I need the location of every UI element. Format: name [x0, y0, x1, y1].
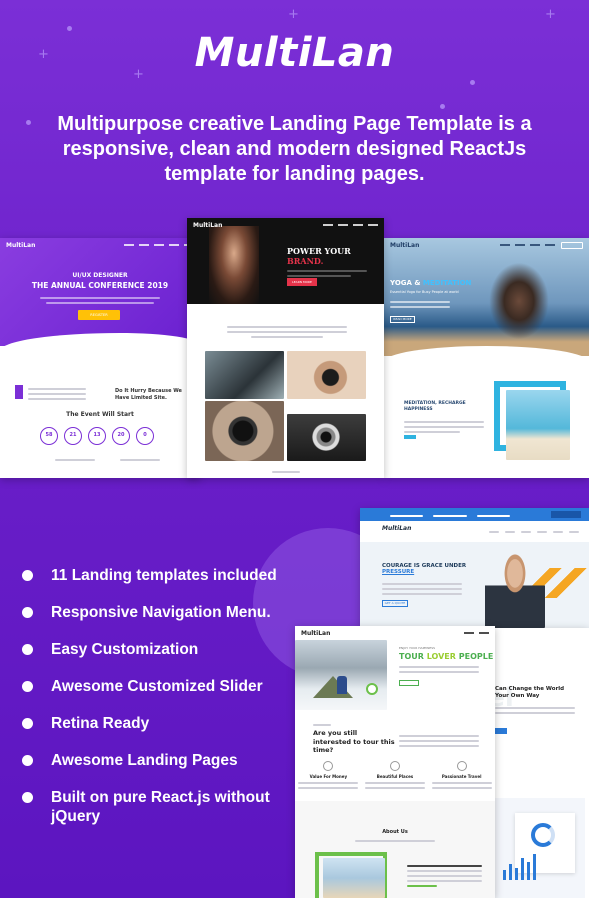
money-icon [323, 761, 334, 771]
preview-photographer: MultiLan POWER YOUR BRAND. LEARN MORE [187, 218, 384, 478]
yoga-title: YOGA & [390, 279, 421, 287]
feature-item: Awesome Landing Pages [22, 751, 322, 770]
countdown-circle: 20 [112, 427, 130, 445]
business-title-accent: PRESSURE [382, 569, 415, 575]
feature-label: Easy Customization [51, 641, 199, 658]
beach-photo [506, 390, 570, 460]
preview-travel-right: Travel Can Change the World Your Own Way [495, 628, 589, 898]
feature-label: Awesome Customized Slider [51, 678, 263, 695]
dot-decoration [470, 80, 475, 85]
plus-decoration: + [545, 7, 556, 22]
friends-photo [323, 858, 385, 898]
bullet-icon [22, 607, 33, 618]
travel-side-title: Can Change the World Your Own Way [495, 686, 565, 699]
conference-title: THE ANNUAL CONFERENCE 2019 [31, 281, 169, 290]
bullet-icon [22, 755, 33, 766]
bullet-icon [22, 644, 33, 655]
camera-photo [287, 351, 366, 399]
travel-logo: MultiLan [301, 629, 331, 637]
travel-title-accent: LOVER [426, 652, 456, 661]
feature-item: Built on pure React.js without jQuery [22, 788, 272, 826]
travel-question: Are you still interested to tour this ti… [313, 729, 395, 754]
business-logo: MultiLan [382, 525, 412, 532]
feature-item: Responsive Navigation Menu. [22, 603, 322, 622]
yoga-subtitle: Essential Yoga for Busy People at world [390, 290, 459, 294]
photographer-button[interactable]: LEARN MORE [287, 278, 317, 286]
countdown-circle: 0 [136, 427, 154, 445]
yoga-button[interactable]: READ MORE [390, 316, 415, 323]
feature-item: Retina Ready [22, 714, 322, 733]
bullet-icon [22, 718, 33, 729]
countdown-circle: 58 [40, 427, 58, 445]
bullet-icon [22, 792, 33, 803]
camera-photo [205, 401, 284, 461]
conference-logo: MultiLan [6, 241, 36, 249]
feature-item: 11 Landing templates included [22, 566, 322, 585]
conference-register-button[interactable]: REGISTER [78, 310, 120, 320]
feature-label: 11 Landing templates included [51, 567, 277, 584]
tent-photo [295, 640, 387, 710]
travel-feature: Value For Money [309, 774, 348, 779]
feature-item: Awesome Customized Slider [22, 677, 322, 696]
headline: Multipurpose creative Landing Page Templ… [57, 113, 532, 185]
yoga-section-title: MEDITATION, RECHARGE HAPPINESS [404, 401, 466, 412]
feature-label: Built on pure React.js without jQuery [51, 789, 270, 825]
photographer-title: POWER YOUR [287, 246, 351, 256]
photographer-logo: MultiLan [193, 221, 223, 229]
conference-event-heading: The Event Will Start [66, 411, 134, 418]
bullet-icon [22, 681, 33, 692]
yoga-logo: MultiLan [390, 241, 420, 249]
preview-yoga: MultiLan YOGA & MEDITATION Essential Yog… [384, 238, 589, 478]
preview-conference: MultiLan UI/UX DESIGNER THE ANNUAL CONFE… [0, 238, 200, 478]
feature-item: Easy Customization [22, 640, 322, 659]
dot-decoration [440, 104, 445, 109]
camera-photo [205, 351, 284, 399]
bullet-icon [22, 570, 33, 581]
countdown-circle: 13 [88, 427, 106, 445]
travel-icon [456, 761, 467, 771]
yoga-title-accent: MEDITATION [422, 279, 472, 287]
travel-title-end: PEOPLE [458, 652, 494, 661]
place-icon [389, 761, 400, 771]
chart-ring-icon [531, 823, 555, 847]
photographer-title-accent: BRAND. [287, 256, 324, 266]
preview-business: MultiLan COURAGE IS GRACE UNDER PRESSURE… [360, 508, 589, 628]
travel-feature: Passionate Travel [441, 774, 482, 779]
feature-label: Awesome Landing Pages [51, 752, 238, 769]
travel-title: TOUR [399, 652, 424, 661]
travel-eyebrow: ENJOY YOUR HAPPINESS [399, 646, 436, 650]
travel-about-heading: About Us [382, 829, 408, 835]
brand-logo: MultiLan [194, 30, 395, 76]
countdown-circle: 21 [64, 427, 82, 445]
feature-list: 11 Landing templates included Responsive… [22, 566, 322, 844]
feature-label: Responsive Navigation Menu. [51, 604, 271, 621]
businessman-photo [485, 550, 545, 628]
conference-eyebrow: UI/UX DESIGNER [72, 272, 128, 279]
conference-hurry-text: Do It Hurry Because We Have Limited Site… [115, 388, 182, 401]
feature-label: Retina Ready [51, 715, 150, 732]
plus-decoration: + [288, 7, 299, 22]
travel-feature: Beautiful Places [376, 774, 414, 779]
business-button[interactable]: GET A QUOTE [382, 600, 408, 607]
preview-travel: MultiLan ENJOY YOUR HAPPINESS TOUR LOVER… [295, 626, 495, 898]
